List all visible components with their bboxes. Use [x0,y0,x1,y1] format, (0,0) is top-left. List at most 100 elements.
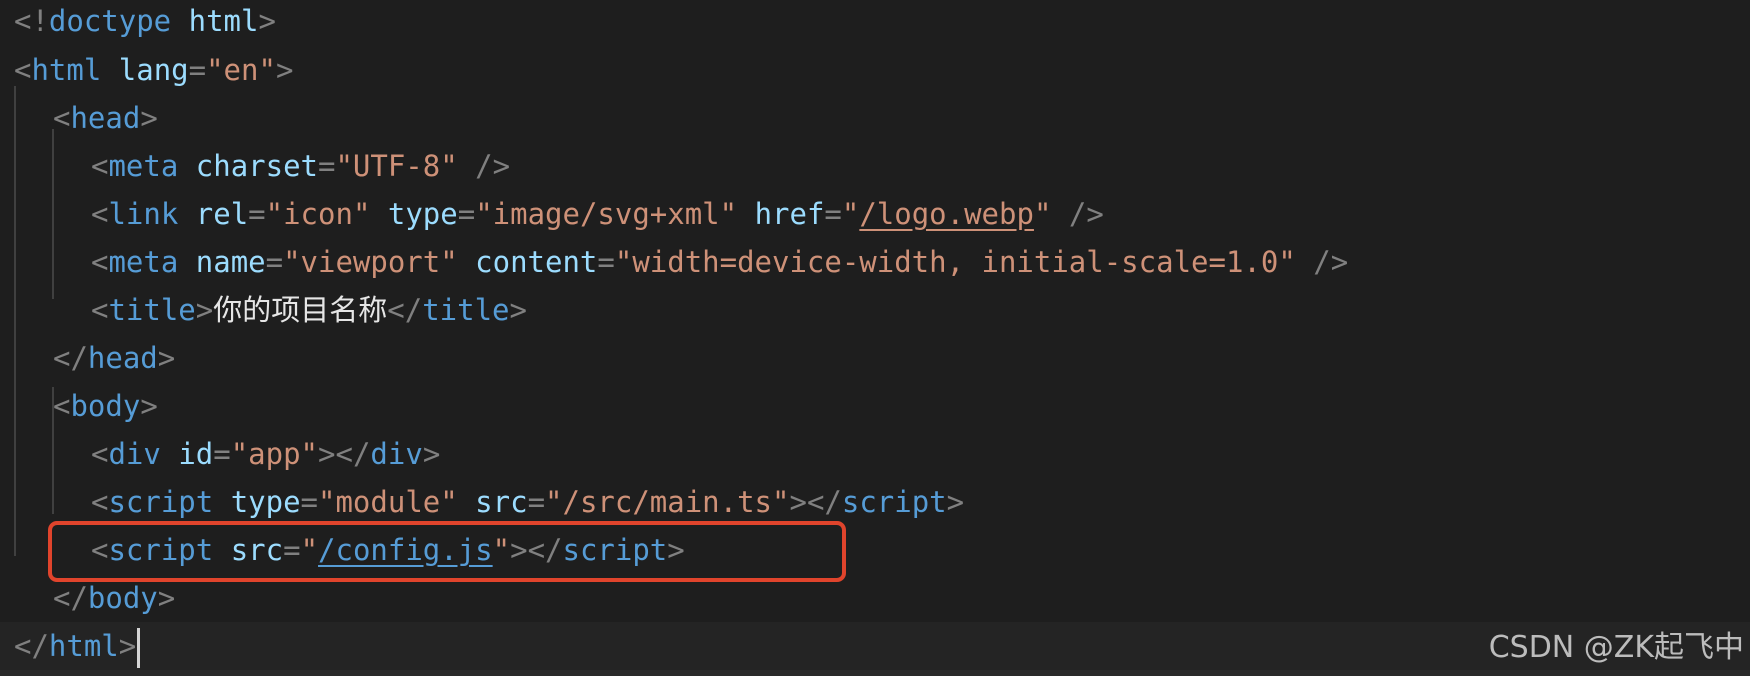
token: > [509,293,527,327]
token: = [597,245,615,279]
text-cursor [137,628,141,668]
token: > [118,629,137,663]
code-line-9[interactable]: <body> [53,382,158,430]
token: /> [1295,245,1349,279]
token: > [946,485,965,519]
indent-guide-head [52,129,54,299]
code-line-14[interactable]: </html> [0,622,1750,670]
token: </ [53,341,88,375]
token: = [265,245,284,279]
title-text: 你的项目名称 [213,293,388,327]
token: < [91,197,109,231]
token: = [300,485,319,519]
token: = [824,197,842,231]
token: meta [108,245,179,279]
token: > [195,293,214,327]
token: "image/svg+xml" [475,197,738,231]
code-line-7[interactable]: <title>你的项目名称</title> [91,286,527,334]
token: </ [14,629,49,663]
token: </ [53,581,88,615]
indent-guide-html [14,86,16,556]
token: </ [387,293,423,327]
token: lang [118,53,189,87]
code-line-6[interactable]: <meta name="viewport" content="width=dev… [91,238,1348,286]
token: < [14,53,32,87]
token: > [140,389,158,423]
token: head [87,341,158,375]
token: "/src/main.ts" [545,485,790,519]
token: body [70,389,141,423]
token: < [91,293,109,327]
token: script [841,485,947,519]
token: > [422,437,441,471]
token: <! [14,4,49,38]
token: < [91,437,109,471]
token: </ [335,437,371,471]
token: /> [457,149,511,183]
token: "en" [206,53,276,87]
token: script [108,485,214,519]
token: "module" [318,485,458,519]
token: /> [1051,197,1104,231]
token: "UTF-8" [335,149,458,183]
token: type [387,197,458,231]
token: < [53,101,71,135]
code-line-4[interactable]: <meta charset="UTF-8" /> [91,142,510,190]
token: head [70,101,141,135]
code-line-11[interactable]: <script type="module" src="/src/main.ts"… [91,478,964,526]
token: > [157,341,176,375]
token: div [108,437,161,471]
token: "icon" [265,197,371,231]
bottom-strip [0,670,1750,676]
token: = [248,197,266,231]
code-line-5[interactable]: <link rel="icon" type="image/svg+xml" hr… [91,190,1104,238]
code-line-10[interactable]: <div id="app"></div> [91,430,440,478]
token: src [475,485,528,519]
token: charset [195,149,318,183]
token: id [178,437,214,471]
code-line-1[interactable]: <!doctype html> [14,0,276,45]
token: = [213,437,231,471]
watermark: CSDN @ZK起飞中 [1488,630,1744,665]
code-line-13[interactable]: </body> [53,574,175,622]
token: title [422,293,510,327]
token: > [789,485,807,519]
code-line-8[interactable]: </head> [53,334,175,382]
code-editor[interactable]: <!doctype html> <html lang="en"> <head> … [0,0,1750,676]
token: body [87,581,158,615]
token: < [53,389,71,423]
token: title [108,293,196,327]
token: < [91,149,109,183]
token: "viewport" [283,245,458,279]
token: name [195,245,266,279]
code-line-3[interactable]: <head> [53,94,158,142]
token: doctype [48,4,172,38]
logo-link[interactable]: /logo.webp [859,197,1034,231]
code-line-2[interactable]: <html lang="en"> [14,46,293,94]
token: html [188,4,259,38]
token: </ [806,485,842,519]
token: < [91,485,109,519]
token: > [258,4,276,38]
token: > [275,53,294,87]
token: meta [108,149,179,183]
token: > [157,581,176,615]
token: > [318,437,336,471]
token: "app" [230,437,319,471]
token: = [188,53,207,87]
token: div [370,437,423,471]
token: content [475,245,598,279]
token: = [527,485,546,519]
token: " [841,197,860,231]
token: link [108,197,179,231]
